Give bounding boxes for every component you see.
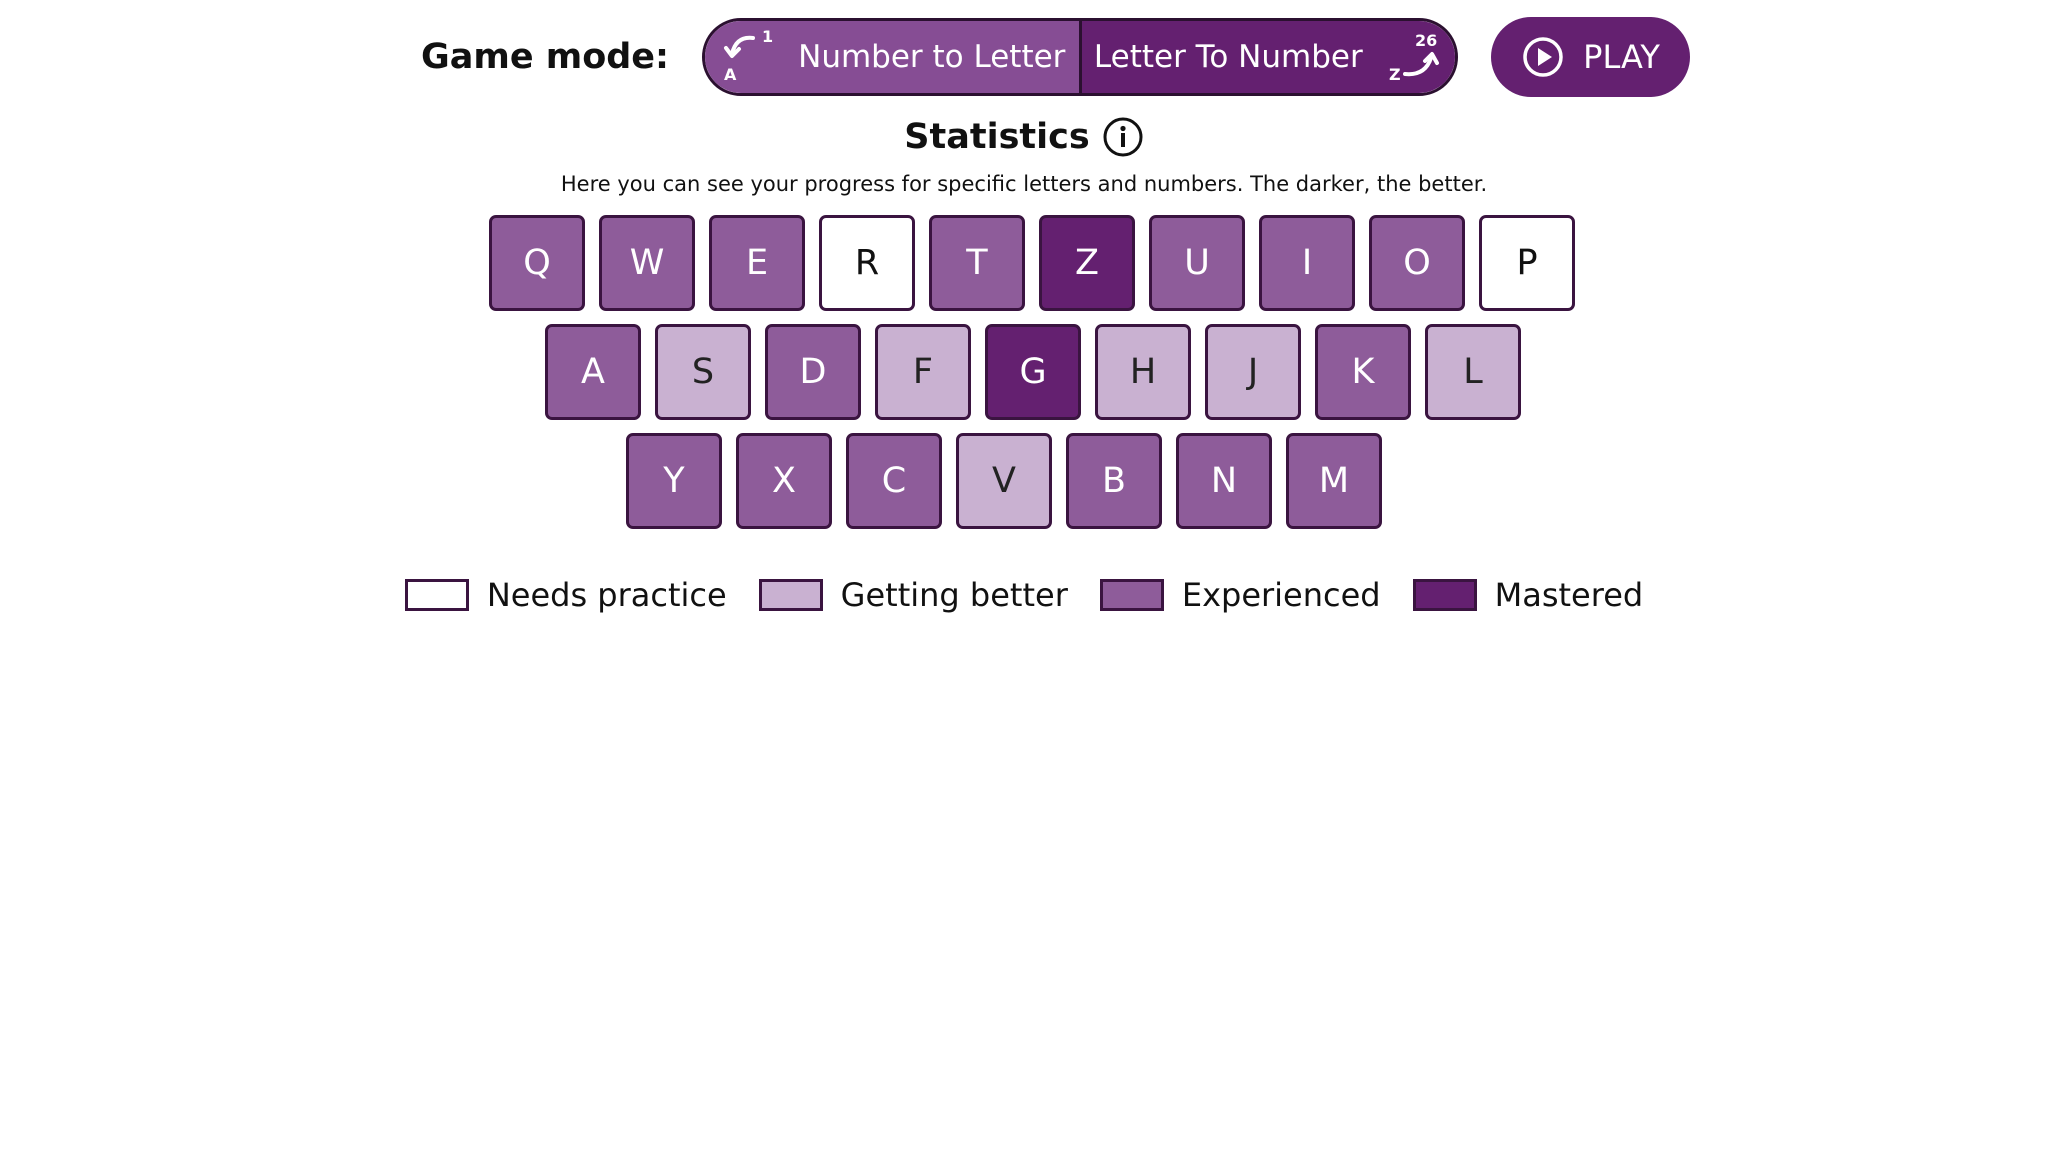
game-mode-label: Game mode: (421, 37, 670, 77)
mode-icon-bottom-text: Z (1389, 65, 1401, 84)
letter-key-c[interactable]: C (846, 433, 942, 529)
mode-icon-top-text: 26 (1415, 31, 1437, 50)
legend-label: Needs practice (486, 576, 727, 614)
letter-key-a[interactable]: A (545, 324, 641, 420)
legend-label: Getting better (840, 576, 1068, 614)
mode-icon-top-text: 1 (762, 28, 773, 46)
letter-key-i[interactable]: I (1259, 215, 1355, 311)
letter-key-g[interactable]: G (985, 324, 1081, 420)
letter-key-n[interactable]: N (1176, 433, 1272, 529)
mode-letter-to-number-label: Letter To Number (1093, 39, 1363, 75)
letter-key-y[interactable]: Y (626, 433, 722, 529)
letter-key-h[interactable]: H (1095, 324, 1191, 420)
letter-key-r[interactable]: R (819, 215, 915, 311)
legend-item-experienced: Experienced (1099, 576, 1381, 614)
legend-item-getting-better: Getting better (758, 576, 1068, 614)
keyboard-row-2: ASDFGHJKL (545, 324, 1521, 420)
letter-key-f[interactable]: F (875, 324, 971, 420)
mode-letter-to-number-button[interactable]: Letter To Number 26 Z (1081, 21, 1456, 93)
letter-key-b[interactable]: B (1066, 433, 1162, 529)
legend-swatch (404, 579, 469, 611)
mode-number-to-letter-button[interactable]: 1 A Number to Letter (705, 21, 1082, 93)
play-button-label: PLAY (1583, 38, 1660, 76)
letter-key-p[interactable]: P (1479, 215, 1575, 311)
game-mode-bar: Game mode: 1 A Number to Letter Letter T… (421, 17, 1691, 97)
letter-to-number-icon: 26 Z (1389, 31, 1439, 84)
legend-swatch (758, 579, 823, 611)
letter-key-t[interactable]: T (929, 215, 1025, 311)
letter-key-e[interactable]: E (709, 215, 805, 311)
legend-swatch (1412, 579, 1477, 611)
number-to-letter-icon: 1 A (724, 28, 773, 84)
play-button[interactable]: PLAY (1491, 17, 1691, 97)
info-icon[interactable] (1102, 116, 1144, 158)
letter-key-l[interactable]: L (1425, 324, 1521, 420)
statistics-title: Statistics (904, 117, 1090, 157)
letter-key-w[interactable]: W (599, 215, 695, 311)
letter-key-d[interactable]: D (765, 324, 861, 420)
legend-label: Experienced (1181, 576, 1381, 614)
legend-item-mastered: Mastered (1412, 576, 1644, 614)
legend-swatch (1099, 579, 1164, 611)
letter-key-s[interactable]: S (655, 324, 751, 420)
app-root: Game mode: 1 A Number to Letter Letter T… (0, 0, 2048, 1152)
legend-label: Mastered (1494, 576, 1644, 614)
letter-key-u[interactable]: U (1149, 215, 1245, 311)
game-mode-toggle: 1 A Number to Letter Letter To Number 26… (702, 18, 1459, 96)
mode-number-to-letter-label: Number to Letter (798, 39, 1066, 75)
legend-item-needs-practice: Needs practice (404, 576, 727, 614)
play-circle-icon (1523, 37, 1563, 77)
letter-key-q[interactable]: Q (489, 215, 585, 311)
letter-key-j[interactable]: J (1205, 324, 1301, 420)
letter-key-x[interactable]: X (736, 433, 832, 529)
progress-legend: Needs practice Getting better Experienced M… (0, 576, 2048, 614)
keyboard-row-3: YXCVBNM (626, 433, 1382, 529)
letter-key-m[interactable]: M (1286, 433, 1382, 529)
letter-key-o[interactable]: O (1369, 215, 1465, 311)
keyboard-row-1: QWERTZUIOP (489, 215, 1575, 311)
letter-key-z[interactable]: Z (1039, 215, 1135, 311)
statistics-header: Statistics (0, 116, 2048, 158)
letter-key-v[interactable]: V (956, 433, 1052, 529)
letter-key-k[interactable]: K (1315, 324, 1411, 420)
mode-icon-bottom-text: A (724, 65, 737, 84)
statistics-description: Here you can see your progress for speci… (560, 172, 1488, 196)
